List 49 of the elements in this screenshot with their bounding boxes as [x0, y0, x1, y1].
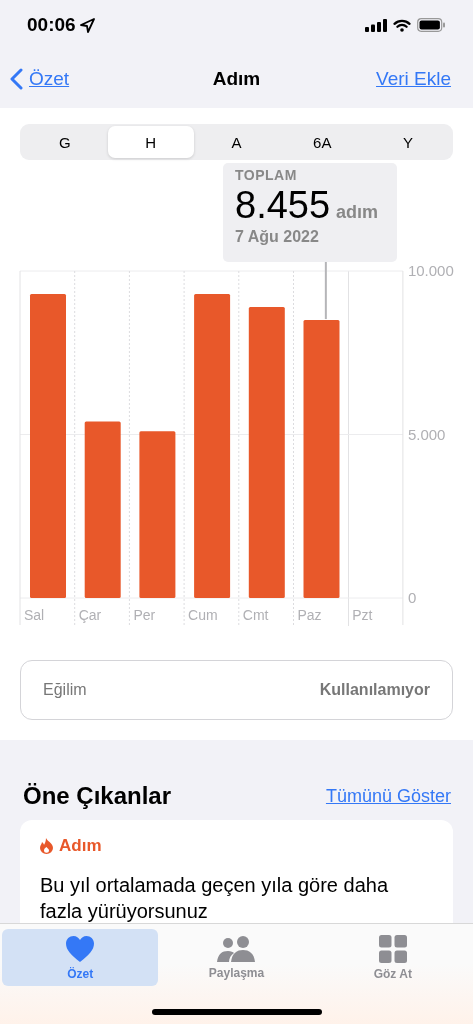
- nav-title: Adım: [212, 68, 261, 89]
- segment-tab[interactable]: A: [193, 126, 280, 158]
- tab-bar-item[interactable]: Paylaşma: [158, 929, 315, 986]
- trend-label: Eğilim: [43, 681, 87, 699]
- card-category: Adım: [59, 836, 102, 856]
- show-all-link[interactable]: Tümünü Göster: [325, 785, 451, 807]
- chevron-left-icon: [10, 68, 23, 90]
- trend-row[interactable]: Eğilim Kullanılamıyor: [20, 660, 453, 720]
- segment-tab[interactable]: H: [107, 126, 194, 158]
- add-data-link[interactable]: Veri Ekle: [376, 68, 451, 90]
- wifi-icon: [393, 18, 411, 32]
- segment-tab[interactable]: G: [22, 126, 108, 158]
- axis-label: Cmt: [242, 607, 269, 623]
- axis-label: 10.000: [407, 262, 454, 279]
- axis-label: Pzt: [352, 607, 373, 623]
- chart-bar[interactable]: [139, 431, 176, 598]
- flame-icon: [40, 838, 53, 854]
- location-arrow-icon: [79, 17, 95, 33]
- signal-icon: [365, 18, 387, 32]
- status-time: 00:06: [27, 14, 76, 36]
- axis-label: Cum: [188, 607, 218, 623]
- segment-tab[interactable]: 6A: [279, 126, 366, 158]
- chart-bar[interactable]: [84, 421, 121, 598]
- tab-bar-item[interactable]: Göz At: [314, 929, 471, 986]
- highlight-card[interactable]: Adım Bu yıl ortalamada geçen yıla göre daha fazla yürüyorsunuz: [20, 820, 453, 923]
- axis-label: 5.000: [407, 425, 446, 443]
- back-button[interactable]: Özet: [10, 68, 70, 90]
- battery-icon: [417, 18, 446, 32]
- axis-label: Sal: [24, 607, 45, 623]
- people-icon: [216, 935, 257, 962]
- trend-value: Kullanılamıyor: [319, 681, 430, 699]
- leader-line: [324, 261, 327, 321]
- chart-bar[interactable]: [194, 293, 231, 598]
- tooltip-value: 8.455: [235, 184, 331, 227]
- tooltip-unit: adım: [336, 202, 379, 223]
- card-text: Bu yıl ortalamada geçen yıla göre daha fazla yürüyorsunuz: [40, 873, 389, 923]
- heart-icon: [65, 934, 96, 963]
- section-title: Öne Çıkanlar: [23, 782, 172, 810]
- grid-icon: [378, 934, 407, 963]
- tooltip-label: TOPLAM: [235, 167, 298, 183]
- axis-label: Paz: [297, 607, 322, 623]
- chart-bar[interactable]: [303, 320, 340, 598]
- segment-tab[interactable]: Y: [365, 126, 451, 158]
- axis-label: 0: [407, 589, 417, 606]
- tab-bar-item[interactable]: Özet: [2, 929, 159, 986]
- chart-bar[interactable]: [248, 306, 285, 598]
- tooltip-date: 7 Ağu 2022: [235, 228, 320, 246]
- axis-label: Per: [133, 607, 156, 623]
- axis-label: Çar: [78, 607, 102, 623]
